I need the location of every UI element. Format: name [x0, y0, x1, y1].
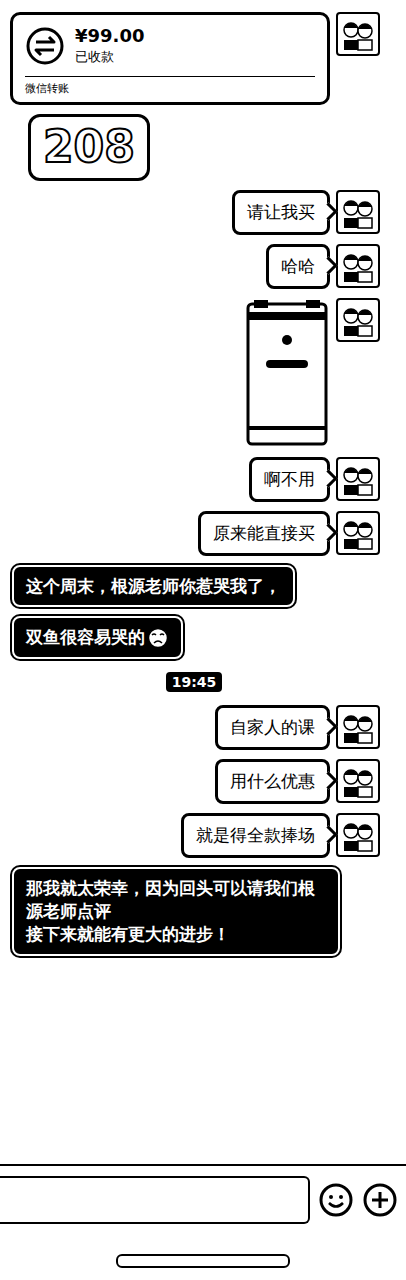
message-row: 自家人的课	[8, 705, 380, 750]
message-bubble[interactable]: 那我就太荣幸，因为回头可以请我们根源老师点评 接下来就能有更大的进步！	[12, 867, 340, 956]
avatar[interactable]	[336, 298, 380, 342]
cartoon-couple-icon	[340, 515, 376, 551]
avatar[interactable]	[336, 12, 380, 56]
message-bubble[interactable]: 请让我买	[232, 190, 330, 235]
avatar[interactable]	[336, 511, 380, 555]
chat-screen: ¥99.00 已收款微信转账 208 请让我买哈哈啊不用原来能直接买这个周末，根源老师…	[0, 0, 406, 1280]
message-row: 用什么优惠	[8, 759, 380, 804]
cartoon-couple-icon	[340, 16, 376, 52]
device-icon	[244, 298, 330, 448]
message-bubble[interactable]: 哈哈	[266, 244, 330, 289]
avatar[interactable]	[336, 759, 380, 803]
cartoon-couple-icon	[340, 302, 376, 338]
cartoon-couple-icon	[340, 194, 376, 230]
home-indicator-row	[0, 1234, 406, 1280]
cartoon-couple-icon	[340, 817, 376, 853]
message-row: 那我就太荣幸，因为回头可以请我们根源老师点评 接下来就能有更大的进步！	[8, 867, 380, 956]
message-row: 哈哈	[8, 244, 380, 289]
transfer-card[interactable]: ¥99.00 已收款微信转账	[10, 12, 330, 105]
message-bubble[interactable]: 自家人的课	[215, 705, 330, 750]
message-bubble[interactable]: 原来能直接买	[198, 511, 330, 556]
message-row: 这个周末，根源老师你惹哭我了，	[8, 565, 380, 608]
timestamp-row: 19:45	[8, 668, 380, 696]
plus-button-icon[interactable]	[362, 1182, 398, 1218]
home-indicator[interactable]	[116, 1254, 290, 1268]
cartoon-couple-icon	[340, 248, 376, 284]
number-sticker[interactable]: 208	[28, 114, 150, 181]
message-row: ¥99.00 已收款微信转账	[8, 12, 380, 105]
avatar[interactable]	[336, 190, 380, 234]
avatar[interactable]	[336, 244, 380, 288]
product-image[interactable]	[244, 298, 330, 448]
message-bubble[interactable]: 用什么优惠	[215, 759, 330, 804]
message-list: ¥99.00 已收款微信转账 208 请让我买哈哈啊不用原来能直接买这个周末，根源老师…	[0, 0, 406, 1164]
input-bar	[0, 1164, 406, 1234]
message-row: 请让我买	[8, 190, 380, 235]
message-row	[8, 298, 380, 448]
cartoon-couple-icon	[340, 461, 376, 497]
avatar[interactable]	[336, 813, 380, 857]
avatar[interactable]	[336, 457, 380, 501]
cartoon-couple-icon	[340, 763, 376, 799]
message-row: 208	[8, 114, 380, 181]
message-bubble[interactable]: 就是得全款捧场	[181, 813, 330, 858]
timestamp: 19:45	[166, 672, 223, 692]
crying-face-icon	[147, 627, 169, 649]
message-row: 双鱼很容易哭的	[8, 616, 380, 659]
message-row: 啊不用	[8, 457, 380, 502]
emoji-button-icon[interactable]	[318, 1182, 354, 1218]
transfer-footer: 微信转账	[25, 76, 315, 96]
transfer-amount: ¥99.00	[75, 25, 144, 46]
message-row: 就是得全款捧场	[8, 813, 380, 858]
avatar[interactable]	[336, 705, 380, 749]
transfer-status: 已收款	[75, 48, 144, 66]
message-bubble[interactable]: 双鱼很容易哭的	[12, 616, 183, 659]
transfer-icon	[25, 26, 65, 66]
cartoon-couple-icon	[340, 709, 376, 745]
message-bubble[interactable]: 这个周末，根源老师你惹哭我了，	[12, 565, 295, 608]
message-bubble[interactable]: 啊不用	[249, 457, 330, 502]
message-input[interactable]	[0, 1176, 310, 1224]
message-row: 原来能直接买	[8, 511, 380, 556]
